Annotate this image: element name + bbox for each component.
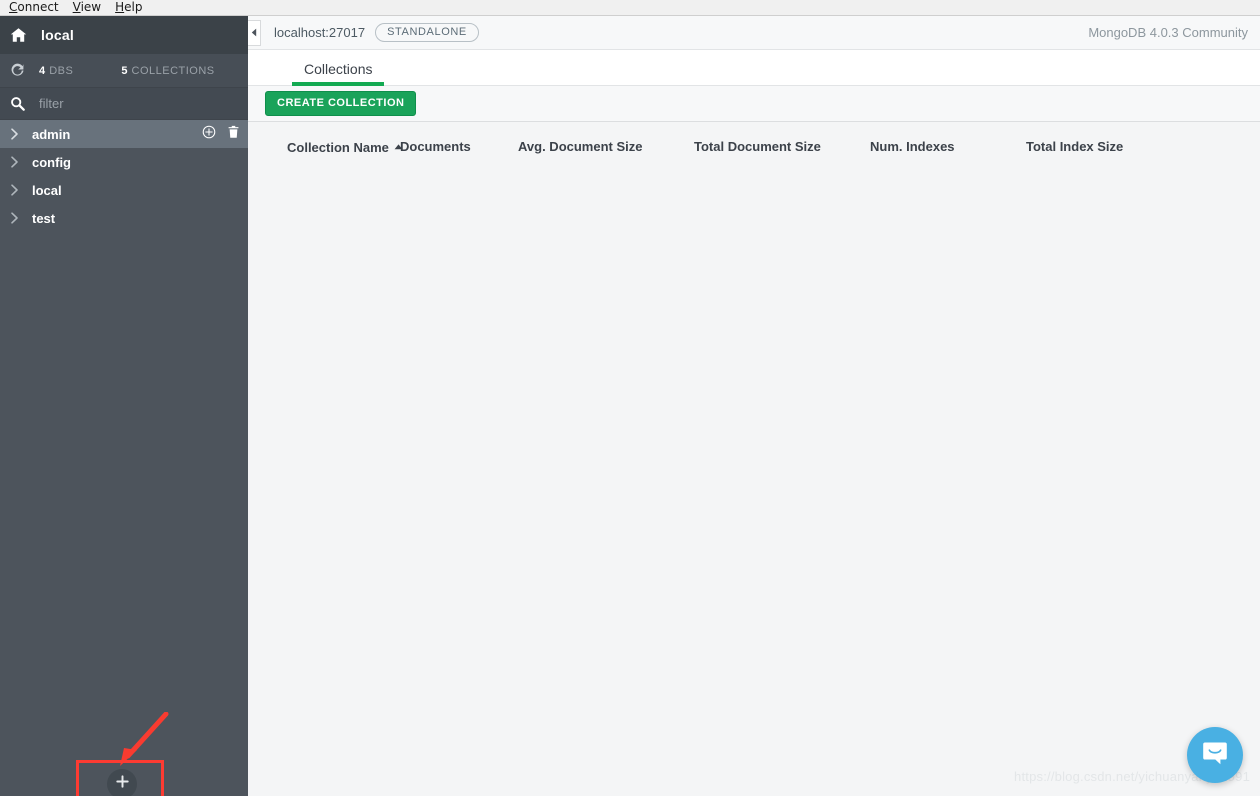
column-header-collection-name[interactable]: Collection Name: [248, 122, 403, 169]
server-version-label: MongoDB 4.0.3 Community: [1088, 25, 1248, 40]
database-name: config: [32, 154, 71, 170]
database-row-actions: [202, 125, 240, 144]
sidebar-collapse-toggle[interactable]: [248, 19, 261, 46]
sidebar-db-count: 4 DBS: [39, 65, 73, 77]
menu-item-view[interactable]: View: [66, 0, 108, 15]
main-content: localhost:27017 STANDALONE MongoDB 4.0.3…: [248, 16, 1260, 796]
database-name: test: [32, 210, 56, 226]
sidebar-stats-row: 4 DBS 5 COLLECTIONS: [0, 54, 248, 88]
database-name: local: [32, 182, 62, 198]
home-icon: [10, 27, 27, 43]
tab-collections[interactable]: Collections: [292, 61, 385, 86]
menu-item-help-label: elp: [124, 0, 143, 14]
search-input[interactable]: [39, 96, 219, 111]
trash-icon[interactable]: [227, 125, 240, 144]
refresh-icon[interactable]: [10, 63, 25, 78]
chevron-right-icon[interactable]: [10, 128, 32, 140]
menu-item-view-accel: V: [72, 0, 81, 14]
sidebar-collection-count: 5 COLLECTIONS: [121, 65, 214, 77]
collections-table-header: Collection Name Documents Avg. Document …: [248, 122, 1260, 169]
add-database-button[interactable]: [107, 769, 137, 796]
application-menu-bar: Connect View Help: [0, 0, 1260, 16]
caret-left-icon: [251, 24, 257, 42]
menu-item-help-accel: H: [115, 0, 125, 14]
column-header-collection-name-label: Collection Name: [287, 140, 389, 155]
plus-icon: [115, 775, 129, 793]
sidebar-db-count-value: 4: [39, 64, 46, 77]
connection-host: localhost:27017: [274, 25, 366, 40]
tab-bar: Collections: [248, 50, 1260, 86]
collections-table: Collection Name Documents Avg. Document …: [248, 122, 1260, 169]
database-name: admin: [32, 126, 71, 142]
collections-toolbar: CREATE COLLECTION: [248, 86, 1260, 122]
column-header-total-index-size[interactable]: Total Index Size: [1026, 122, 1260, 169]
sidebar-db-count-label: DBS: [49, 64, 74, 77]
tab-collections-label: Collections: [304, 61, 373, 77]
database-list: admin config local test: [0, 120, 248, 232]
menu-item-help[interactable]: Help: [108, 0, 149, 15]
sidebar: local 4 DBS 5 COLLECTIONS filter admin c…: [0, 16, 248, 796]
column-header-documents[interactable]: Documents: [400, 122, 518, 169]
sidebar-collection-count-label: COLLECTIONS: [131, 64, 215, 77]
create-collection-button[interactable]: CREATE COLLECTION: [265, 91, 417, 116]
sidebar-title: local: [41, 27, 74, 43]
column-header-num-indexes[interactable]: Num. Indexes: [870, 122, 1026, 169]
sidebar-item-local[interactable]: local: [0, 176, 248, 204]
sidebar-item-admin[interactable]: admin: [0, 120, 248, 148]
chat-bubble-icon: [1200, 738, 1230, 773]
column-header-avg-document-size[interactable]: Avg. Document Size: [518, 122, 694, 169]
sidebar-item-test[interactable]: test: [0, 204, 248, 232]
column-header-total-document-size[interactable]: Total Document Size: [694, 122, 870, 169]
sidebar-filter-row[interactable]: [0, 88, 248, 120]
menu-item-connect-label: onnect: [17, 0, 59, 14]
topology-badge: STANDALONE: [375, 23, 479, 42]
table-header-row: Collection Name Documents Avg. Document …: [248, 122, 1260, 169]
connection-topbar: localhost:27017 STANDALONE MongoDB 4.0.3…: [248, 16, 1260, 50]
chevron-right-icon[interactable]: [10, 212, 32, 224]
sidebar-header[interactable]: local: [0, 16, 248, 54]
chat-widget-button[interactable]: [1187, 727, 1243, 783]
menu-item-connect[interactable]: Connect: [2, 0, 66, 15]
circle-plus-icon[interactable]: [202, 125, 216, 144]
collections-table-container[interactable]: Collection Name Documents Avg. Document …: [248, 122, 1260, 796]
search-icon: [10, 96, 25, 111]
menu-item-view-label: iew: [80, 0, 102, 14]
sidebar-collection-count-value: 5: [121, 64, 128, 77]
chevron-right-icon[interactable]: [10, 156, 32, 168]
chevron-right-icon[interactable]: [10, 184, 32, 196]
sidebar-item-config[interactable]: config: [0, 148, 248, 176]
app-shell: local 4 DBS 5 COLLECTIONS filter admin c…: [0, 16, 1260, 796]
